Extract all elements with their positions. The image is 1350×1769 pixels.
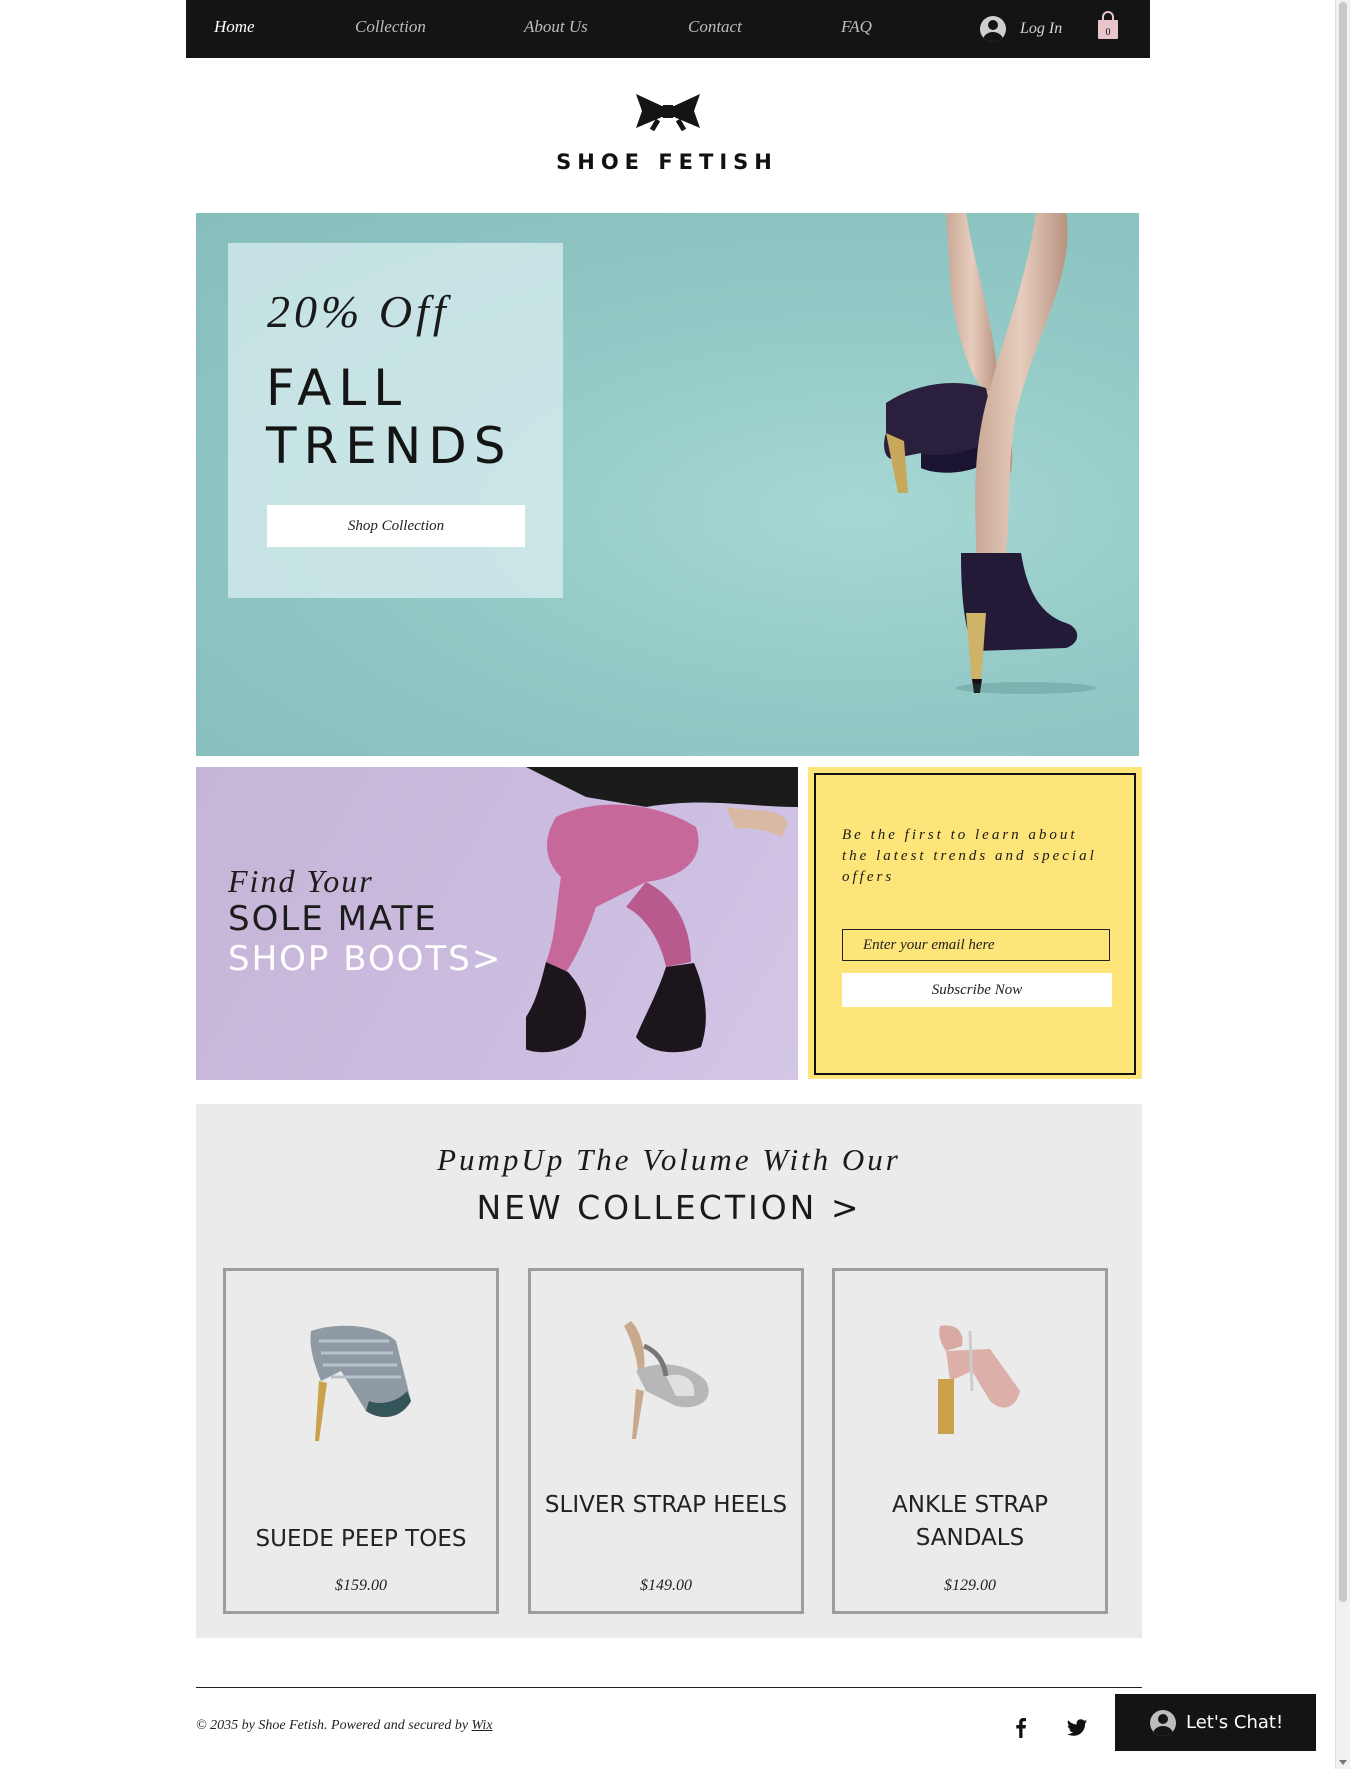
hero-text-panel: 20% Off FALL TRENDS Shop Collection bbox=[228, 243, 563, 598]
scrollbar-thumb[interactable] bbox=[1339, 2, 1347, 1602]
product-card-suede-peep-toes[interactable]: SUEDE PEEP TOES $159.00 bbox=[223, 1268, 499, 1614]
boots-model-image bbox=[526, 767, 798, 1053]
new-collection-section: PumpUp The Volume With Our NEW COLLECTIO… bbox=[196, 1104, 1142, 1638]
product-name: SLIVER STRAP HEELS bbox=[544, 1492, 788, 1518]
login-label: Log In bbox=[1020, 20, 1063, 37]
new-collection-link[interactable]: NEW COLLECTION > bbox=[196, 1188, 1142, 1227]
newsletter-text: Be the first to learn about the latest t… bbox=[842, 827, 1097, 885]
nav-contact[interactable]: Contact bbox=[688, 17, 742, 37]
hero-title-line-2: TRENDS bbox=[266, 417, 513, 475]
hero-title: FALL TRENDS bbox=[266, 359, 556, 475]
newsletter-frame: Be the first to learn about the latest t… bbox=[814, 773, 1136, 1075]
shop-boots-link[interactable]: SHOP BOOTS> bbox=[228, 939, 502, 979]
nav-about-us[interactable]: About Us bbox=[524, 17, 588, 37]
hero-title-line-1: FALL bbox=[266, 359, 409, 417]
nav-home[interactable]: Home bbox=[214, 17, 255, 37]
cart-count: 0 bbox=[1106, 27, 1111, 38]
chat-label: Let's Chat! bbox=[1186, 1712, 1284, 1733]
hero-banner: 20% Off FALL TRENDS Shop Collection bbox=[196, 213, 1139, 756]
chat-avatar-icon bbox=[1150, 1709, 1176, 1736]
twitter-icon[interactable] bbox=[1066, 1716, 1088, 1738]
footer-copyright: © 2035 by Shoe Fetish. Powered and secur… bbox=[196, 1718, 493, 1734]
hero-discount: 20% Off bbox=[267, 286, 450, 337]
newsletter-box: Be the first to learn about the latest t… bbox=[808, 767, 1142, 1079]
boots-line-1: Find Your bbox=[228, 863, 374, 899]
subscribe-button[interactable]: Subscribe Now bbox=[842, 973, 1112, 1007]
sliver-strap-heel-image bbox=[624, 1321, 709, 1439]
product-price: $129.00 bbox=[944, 1577, 996, 1594]
chat-widget-button[interactable]: Let's Chat! bbox=[1115, 1694, 1316, 1751]
footer-copyright-text: © 2035 by Shoe Fetish. Powered and secur… bbox=[196, 1718, 472, 1733]
product-card-ankle-strap-sandals[interactable]: ANKLE STRAP SANDALS $129.00 bbox=[832, 1268, 1108, 1614]
login-button[interactable]: Log In bbox=[980, 14, 1062, 44]
wix-link[interactable]: Wix bbox=[472, 1718, 493, 1733]
hero-legs-image bbox=[884, 213, 1096, 694]
product-name: SUEDE PEEP TOES bbox=[255, 1526, 467, 1552]
email-input[interactable] bbox=[842, 929, 1110, 961]
collection-kicker: PumpUp The Volume With Our bbox=[437, 1142, 901, 1177]
nav-collection[interactable]: Collection bbox=[355, 17, 426, 37]
user-avatar-icon bbox=[980, 16, 1006, 42]
brand-name: SHOE FETISH bbox=[556, 150, 778, 174]
top-nav: Home Collection About Us Contact FAQ Log… bbox=[186, 0, 1150, 58]
footer-divider bbox=[196, 1687, 1142, 1688]
suede-peep-toe-image bbox=[310, 1325, 411, 1441]
nav-faq[interactable]: FAQ bbox=[841, 17, 872, 37]
shop-boots-banner[interactable]: Find Your SOLE MATE SHOP BOOTS> bbox=[196, 767, 798, 1080]
product-price: $149.00 bbox=[640, 1577, 692, 1594]
boots-line-2: SOLE MATE bbox=[228, 899, 438, 939]
product-price: $159.00 bbox=[335, 1577, 387, 1594]
facebook-icon[interactable] bbox=[1010, 1716, 1032, 1738]
bow-icon bbox=[636, 94, 700, 132]
product-name: ANKLE STRAP SANDALS bbox=[892, 1492, 1048, 1551]
scroll-down-arrow-icon[interactable] bbox=[1339, 1760, 1347, 1765]
product-card-sliver-strap-heels[interactable]: SLIVER STRAP HEELS $149.00 bbox=[528, 1268, 804, 1614]
cart-bag-icon[interactable]: 0 bbox=[1096, 11, 1120, 41]
shop-collection-button[interactable]: Shop Collection bbox=[267, 505, 525, 547]
page-scrollbar[interactable] bbox=[1335, 0, 1350, 1769]
ankle-strap-sandal-image bbox=[938, 1325, 1020, 1434]
